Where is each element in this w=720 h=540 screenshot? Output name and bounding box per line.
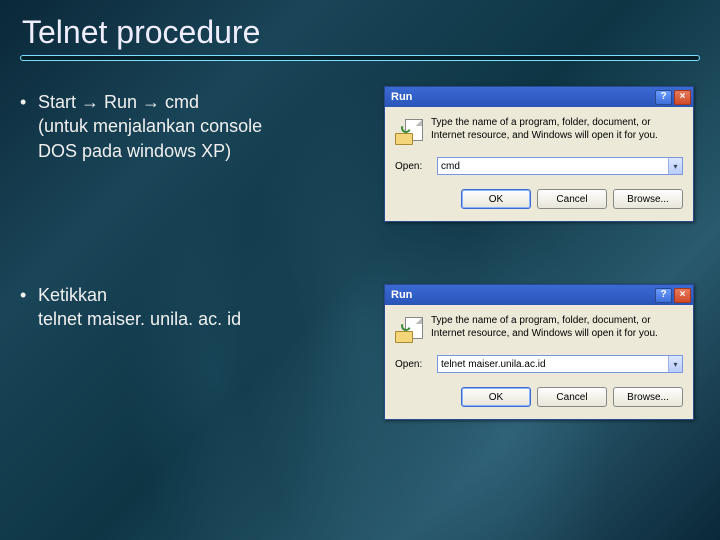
open-label: Open: — [395, 161, 429, 172]
run-dialog: Run ? × Type the name of a program, fold… — [384, 284, 694, 420]
dropdown-button[interactable]: ▾ — [668, 158, 682, 174]
close-button[interactable]: × — [674, 90, 691, 105]
input-value: telnet maiser.unila.ac.id — [441, 359, 546, 370]
browse-button[interactable]: Browse... — [613, 387, 683, 407]
browse-button[interactable]: Browse... — [613, 189, 683, 209]
cancel-button[interactable]: Cancel — [537, 387, 607, 407]
dialog-titlebar[interactable]: Run ? × — [385, 285, 693, 305]
help-button[interactable]: ? — [655, 288, 672, 303]
slide-title-area: Telnet procedure — [22, 14, 698, 61]
text-fragment: Ketikkan — [38, 285, 107, 305]
open-input[interactable]: cmd ▾ — [437, 157, 683, 175]
dialog-body: Type the name of a program, folder, docu… — [385, 107, 693, 221]
run-dialog: Run ? × Type the name of a program, fold… — [384, 86, 694, 222]
dialog-titlebar[interactable]: Run ? × — [385, 87, 693, 107]
text-fragment: (untuk menjalankan console — [38, 116, 262, 136]
dialog-description: Type the name of a program, folder, docu… — [431, 315, 683, 340]
dialog-title: Run — [391, 289, 412, 301]
slide-body: • Start → Run → cmd (untuk menjalankan c… — [20, 90, 360, 451]
arrow-icon: → — [81, 92, 99, 112]
text-fragment: Start — [38, 92, 81, 112]
open-input[interactable]: telnet maiser.unila.ac.id ▾ — [437, 355, 683, 373]
text-fragment: DOS pada windows XP) — [38, 141, 231, 161]
text-fragment: Run — [99, 92, 142, 112]
help-button[interactable]: ? — [655, 90, 672, 105]
dialog-title: Run — [391, 91, 412, 103]
open-label: Open: — [395, 359, 429, 370]
bullet-item: • Start → Run → cmd (untuk menjalankan c… — [20, 90, 360, 163]
close-button[interactable]: × — [674, 288, 691, 303]
text-fragment: telnet maiser. unila. ac. id — [38, 309, 241, 329]
run-icon — [395, 117, 423, 145]
slide-title: Telnet procedure — [22, 14, 698, 51]
ok-button[interactable]: OK — [461, 387, 531, 407]
arrow-icon: → — [142, 92, 160, 112]
text-fragment: cmd — [160, 92, 199, 112]
input-value: cmd — [441, 161, 460, 172]
run-icon — [395, 315, 423, 343]
dialog-body: Type the name of a program, folder, docu… — [385, 305, 693, 419]
bullet-marker: • — [20, 283, 38, 332]
dialog-description: Type the name of a program, folder, docu… — [431, 117, 683, 142]
ok-button[interactable]: OK — [461, 189, 531, 209]
bullet-text: Ketikkan telnet maiser. unila. ac. id — [38, 283, 241, 332]
dropdown-button[interactable]: ▾ — [668, 356, 682, 372]
cancel-button[interactable]: Cancel — [537, 189, 607, 209]
bullet-item: • Ketikkan telnet maiser. unila. ac. id — [20, 283, 360, 332]
title-underline — [20, 55, 700, 61]
bullet-marker: • — [20, 90, 38, 163]
bullet-text: Start → Run → cmd (untuk menjalankan con… — [38, 90, 262, 163]
